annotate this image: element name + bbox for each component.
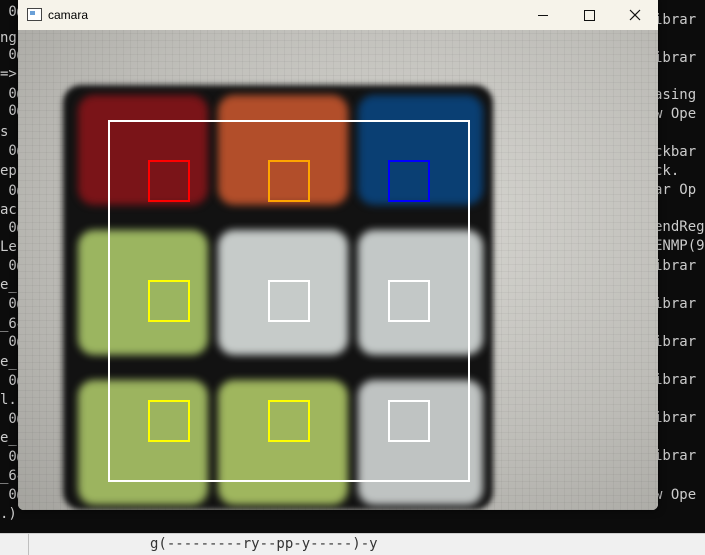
terminal-right-line: endReg [654, 219, 705, 235]
probe-white [388, 280, 430, 322]
close-icon [629, 9, 641, 21]
terminal-right-line: ibrar [654, 410, 697, 426]
camera-feed [18, 30, 658, 510]
maximize-icon [583, 9, 595, 21]
probe-orange [268, 160, 310, 202]
probe-yellow [148, 280, 190, 322]
terminal-right-line: ibrar [654, 448, 697, 464]
probe-yellow [148, 400, 190, 442]
terminal-right-line: w Ope [654, 487, 697, 503]
window-titlebar[interactable]: camara [18, 0, 658, 30]
probe-white [268, 280, 310, 322]
minimize-button[interactable] [520, 0, 566, 30]
window-title: camara [48, 8, 89, 22]
terminal-right-line: ibrar [654, 50, 697, 66]
maximize-button[interactable] [566, 0, 612, 30]
app-window-icon [27, 8, 42, 21]
terminal-left-line: => [0, 66, 17, 82]
probe-red [148, 160, 190, 202]
editor-bottom-strip: g(---------ry--pp-y-----)-y [0, 533, 705, 555]
terminal-right-line: asing [654, 87, 697, 103]
terminal-right-line: ckbar [654, 144, 697, 160]
terminal-right-line: ENMP(9 [654, 238, 705, 254]
probe-blue [388, 160, 430, 202]
editor-gutter-line [28, 534, 29, 555]
close-button[interactable] [612, 0, 658, 30]
camera-window: camara [18, 0, 658, 510]
editor-code-line: g(---------ry--pp-y-----)-y [150, 536, 378, 552]
terminal-right-line: ar Op [654, 182, 697, 198]
probe-yellow [268, 400, 310, 442]
terminal-right-line: ibrar [654, 372, 697, 388]
minimize-icon [538, 14, 548, 16]
terminal-right-line: ibrar [654, 334, 697, 350]
terminal-right-line: ibrar [654, 296, 697, 312]
terminal-right-line: ibrar [654, 12, 697, 28]
terminal-right-line: ibrar [654, 258, 697, 274]
terminal-right-line: w Ope [654, 106, 697, 122]
probe-white [388, 400, 430, 442]
terminal-left-line: .) [0, 506, 17, 522]
